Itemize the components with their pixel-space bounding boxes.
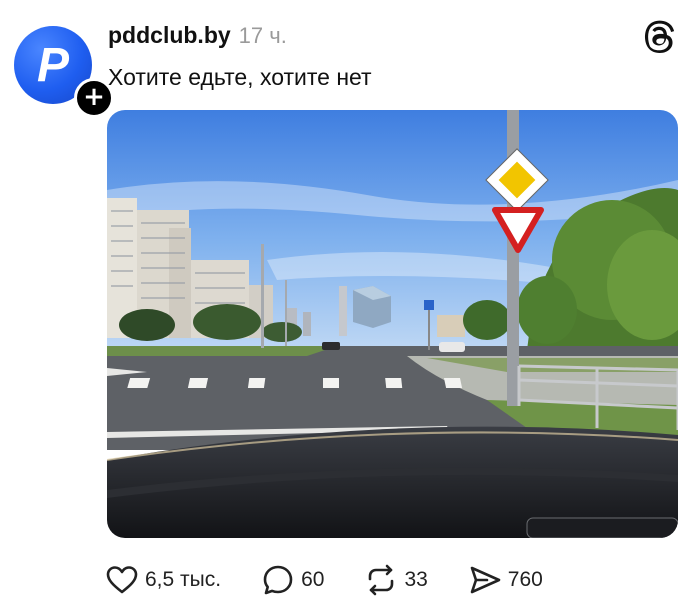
likes-count: 6,5 тыс. <box>145 568 222 591</box>
like-button[interactable]: 6,5 тыс. <box>105 563 221 597</box>
comment-button[interactable]: 60 <box>261 563 324 597</box>
post-text: Хотите едьте, хотите нет <box>108 64 372 90</box>
comment-icon <box>263 565 293 595</box>
avatar[interactable]: P + <box>14 26 114 118</box>
comments-count: 60 <box>301 568 325 591</box>
post-actions: 6,5 тыс. 60 33 760 <box>105 562 583 598</box>
repost-button[interactable]: 33 <box>364 563 428 597</box>
username[interactable]: pddclub.by <box>108 22 231 49</box>
reposts-count: 33 <box>404 568 428 591</box>
share-icon <box>470 566 501 594</box>
timestamp: 17 ч. <box>238 23 287 48</box>
post-header: pddclub.by 17 ч. <box>108 22 287 52</box>
share-button[interactable]: 760 <box>468 563 543 597</box>
threads-logo-icon[interactable] <box>644 20 678 54</box>
heart-icon <box>106 566 138 594</box>
post-photo[interactable] <box>107 110 678 538</box>
repost-icon <box>369 564 394 596</box>
shares-count: 760 <box>507 568 543 591</box>
